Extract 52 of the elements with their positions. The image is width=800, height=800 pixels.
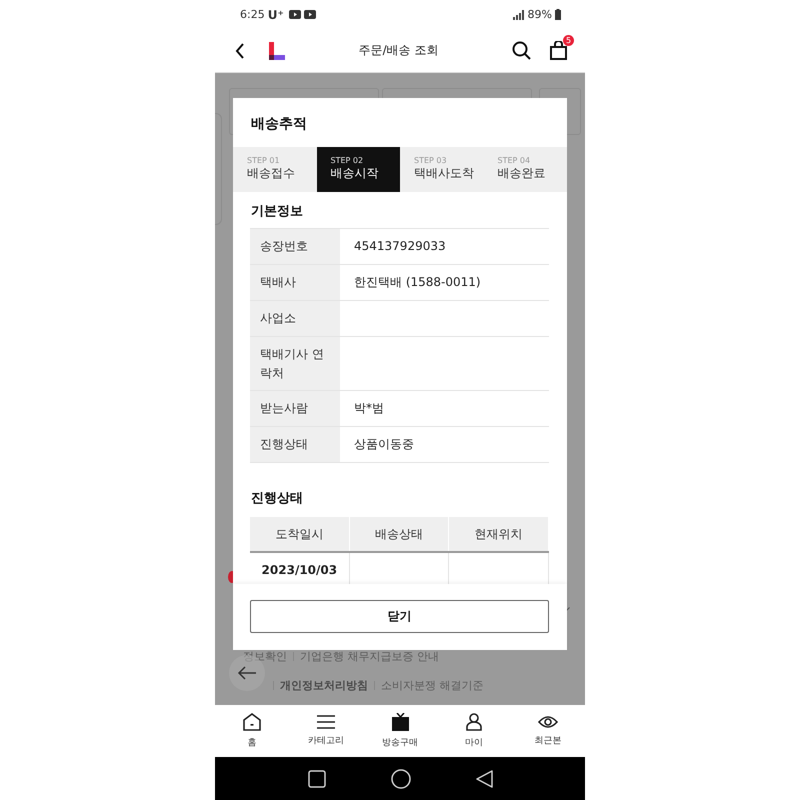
field-label: 사업소 — [260, 310, 296, 328]
battery-icon — [555, 9, 561, 20]
tv-icon — [392, 713, 408, 732]
step-label: 배송완료 — [498, 165, 546, 182]
field-label: 택배사 — [260, 274, 296, 292]
shopping-bag-icon[interactable] — [550, 41, 567, 60]
column-header: 현재위치 — [449, 517, 550, 552]
step-number: STEP 02 — [330, 156, 364, 166]
field-label: 송장번호 — [260, 238, 308, 256]
logo-icon[interactable] — [269, 42, 285, 60]
menu-icon — [317, 715, 335, 730]
nav-item[interactable]: 마이 — [437, 705, 511, 758]
dialog-title: 배송추적 — [250, 114, 308, 134]
nav-item[interactable]: 방송구매 — [363, 705, 437, 758]
field-label: 택배기사 연락처 — [260, 346, 325, 382]
person-icon — [466, 713, 482, 732]
step-label: 배송시작 — [330, 165, 380, 182]
search-icon[interactable] — [512, 41, 531, 60]
cart-count-badge: 5 — [563, 35, 574, 46]
status-time: 6:25 — [240, 8, 265, 22]
battery-percent: 89% — [528, 8, 552, 22]
nav-item[interactable]: 홈 — [215, 705, 289, 758]
close-button[interactable]: 닫기 — [250, 600, 549, 633]
step-label: 택배사도착 — [414, 165, 475, 182]
nav-item[interactable]: 최근본 — [511, 705, 585, 758]
page-title: 주문/배송 조회 — [358, 42, 440, 60]
column-header: 도착일시 — [250, 517, 350, 552]
field-value: 박*범 — [354, 400, 384, 418]
field-value: 한진택배 (1588-0011) — [354, 274, 481, 291]
column-header: 배송상태 — [350, 517, 450, 552]
field-value: 상품이동중 — [354, 436, 414, 454]
back-triangle-icon[interactable] — [476, 770, 492, 788]
signal-icon — [512, 10, 525, 20]
step-label: 배송접수 — [247, 165, 296, 182]
home-icon — [243, 713, 261, 732]
back-icon[interactable] — [235, 42, 245, 59]
home-circle-icon[interactable] — [390, 768, 410, 789]
field-label: 받는사람 — [260, 400, 308, 418]
recents-icon[interactable] — [308, 770, 326, 788]
video-icon — [288, 10, 301, 20]
carrier-label: U⁺ — [268, 8, 284, 22]
nav-item[interactable]: 카테고리 — [289, 705, 363, 758]
step-number: STEP 04 — [498, 156, 532, 166]
step-number: STEP 03 — [414, 156, 448, 166]
video-icon — [304, 10, 316, 20]
eye-icon — [538, 715, 558, 730]
section-heading: 기본정보 — [250, 202, 304, 221]
section-heading: 진행상태 — [250, 490, 304, 508]
step-number: STEP 01 — [247, 156, 281, 166]
arrow-left-icon — [237, 666, 257, 680]
field-value: 454137929033 — [354, 239, 446, 254]
field-label: 진행상태 — [260, 436, 308, 454]
